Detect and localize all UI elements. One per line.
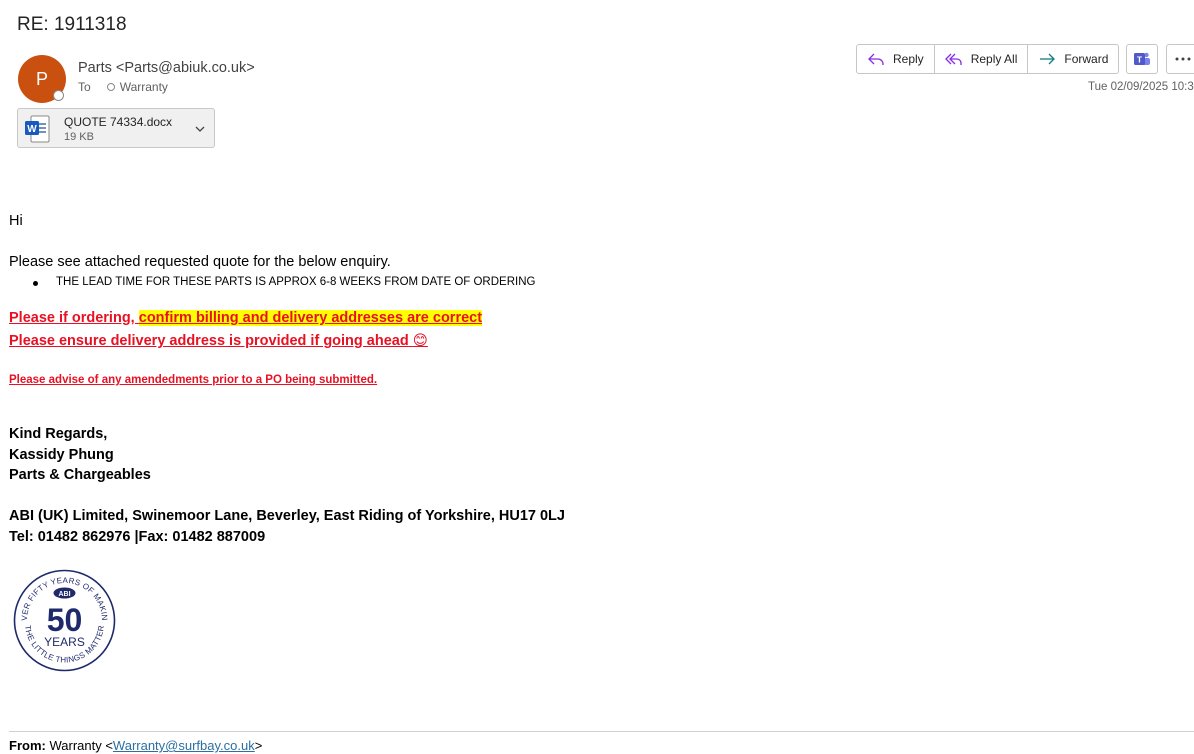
- logo-brand: ABI: [58, 591, 70, 598]
- reply-all-button[interactable]: Reply All: [933, 45, 1028, 73]
- company-phone: Tel: 01482 862976 |Fax: 01482 887009: [9, 529, 266, 545]
- attachment-card[interactable]: W QUOTE 74334.docx 19 KB: [17, 108, 215, 148]
- teams-button[interactable]: T: [1126, 44, 1158, 74]
- chevron-down-icon[interactable]: [194, 123, 206, 135]
- reply-icon: [868, 53, 884, 65]
- from-close: >: [254, 738, 263, 753]
- more-icon: [1175, 57, 1191, 61]
- attachment-size: 19 KB: [64, 131, 94, 143]
- attachment-filename: QUOTE 74334.docx: [64, 115, 173, 129]
- reply-all-icon: [944, 53, 962, 65]
- intro-text: Please see attached requested quote for …: [9, 254, 391, 270]
- recipient-presence-icon: [106, 83, 115, 91]
- signature-name: Kassidy Phung: [9, 447, 114, 463]
- lead-time-bullet: THE LEAD TIME FOR THESE PARTS IS APPROX …: [33, 276, 535, 288]
- quoted-from-line: From: Warranty <Warranty@surfbay.co.uk>: [9, 738, 262, 753]
- warning-ordering-highlight: confirm billing and delivery addresses a…: [138, 310, 483, 326]
- forward-icon: [1040, 53, 1056, 65]
- teams-icon: T: [1134, 52, 1150, 65]
- to-label: To: [78, 80, 91, 94]
- smile-emoji-icon: 😊: [412, 333, 428, 349]
- logo-years: YEARS: [44, 635, 85, 649]
- forward-label: Forward: [1064, 52, 1109, 66]
- avatar-initial: P: [35, 68, 48, 89]
- to-row: To Warranty: [78, 80, 168, 94]
- greeting: Hi: [9, 213, 23, 229]
- logo-number: 50: [47, 602, 83, 638]
- from-name: Warranty <: [49, 738, 113, 753]
- abi-50-years-logo: OVER FIFTY YEARS OF MAKING THE LITTLE TH…: [13, 569, 116, 672]
- sent-date: Tue 02/09/2025 10:33: [1088, 81, 1194, 93]
- warning-ordering-prefix: Please if ordering,: [9, 310, 139, 326]
- email-subject: RE: 1911318: [17, 14, 127, 35]
- svg-text:W: W: [27, 124, 37, 135]
- signoff: Kind Regards,: [9, 426, 108, 442]
- svg-text:T: T: [1137, 55, 1143, 65]
- word-doc-icon: W: [25, 115, 50, 143]
- bullet-text: THE LEAD TIME FOR THESE PARTS IS APPROX …: [56, 276, 536, 288]
- from-email-link[interactable]: Warranty@surfbay.co.uk: [113, 738, 255, 753]
- quoted-divider: [9, 731, 1194, 732]
- warning-amendments: Please advise of any amendedments prior …: [9, 374, 378, 386]
- warning-ordering: Please if ordering, confirm billing and …: [9, 310, 483, 326]
- signature-dept: Parts & Chargeables: [9, 467, 151, 483]
- presence-status-icon: [53, 90, 64, 101]
- action-toolbar: Reply Reply All Forward: [856, 44, 1120, 74]
- warning-delivery: Please ensure delivery address is provid…: [9, 333, 428, 349]
- forward-button[interactable]: Forward: [1027, 45, 1118, 73]
- reply-all-label: Reply All: [970, 52, 1018, 66]
- reply-button[interactable]: Reply: [857, 45, 934, 73]
- sender-name[interactable]: Parts <Parts@abiuk.co.uk>: [78, 60, 255, 76]
- reply-button-group: Reply Reply All Forward: [856, 44, 1120, 74]
- bullet-dot-icon: [33, 281, 38, 286]
- company-address: ABI (UK) Limited, Swinemoor Lane, Beverl…: [9, 508, 565, 524]
- more-options-button[interactable]: [1166, 44, 1194, 74]
- reply-label: Reply: [893, 52, 924, 66]
- to-recipient[interactable]: Warranty: [120, 80, 168, 94]
- from-label: From:: [9, 738, 46, 753]
- warning-delivery-text: Please ensure delivery address is provid…: [9, 333, 409, 349]
